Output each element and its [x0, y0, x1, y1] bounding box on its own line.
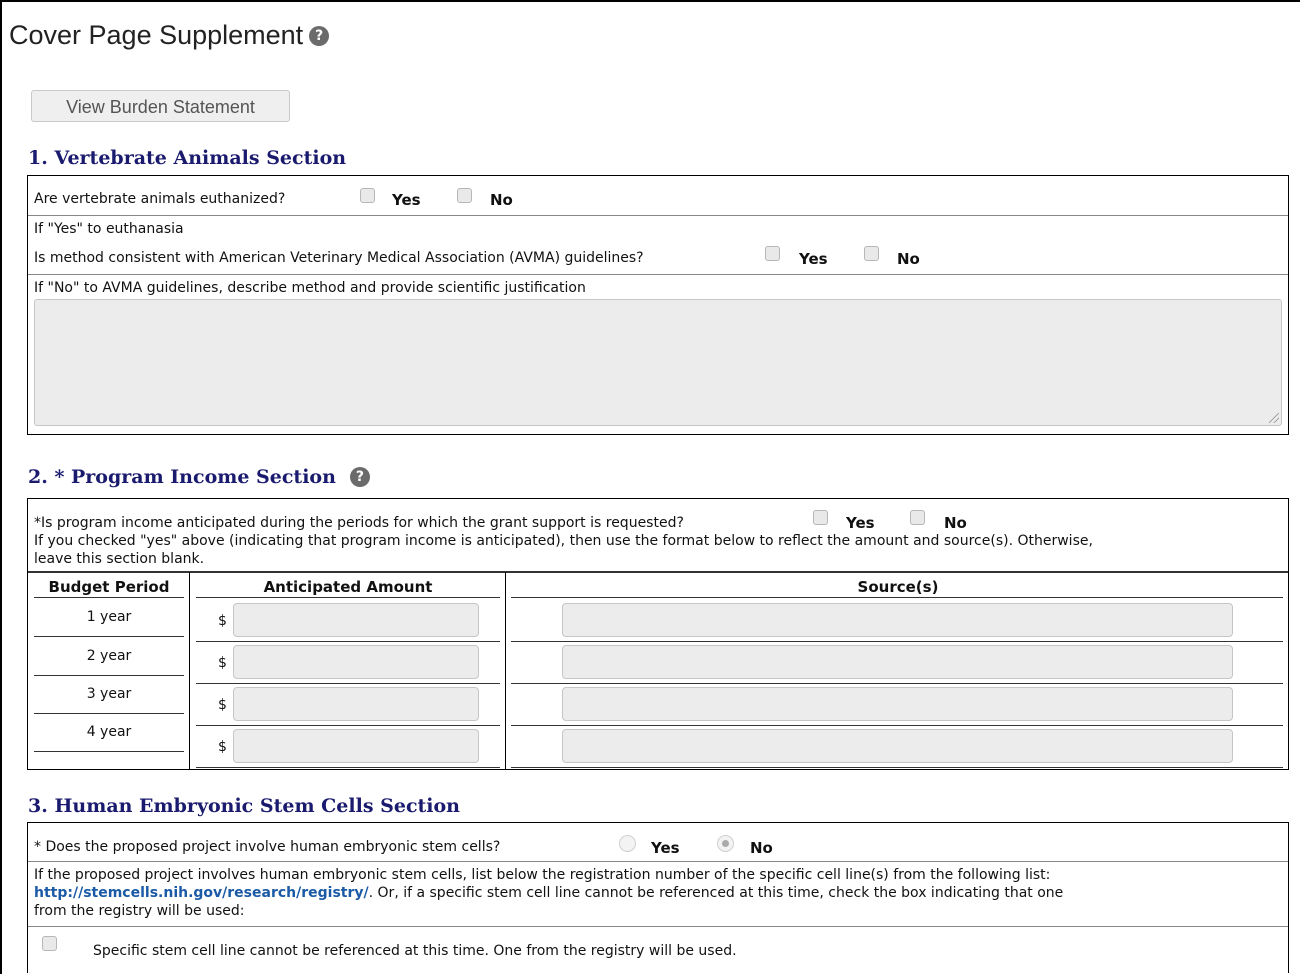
row-divider [196, 683, 500, 684]
table-top-border [28, 571, 1288, 573]
column-header-sources: Source(s) [857, 578, 939, 596]
divider [28, 861, 1288, 862]
anticipated-amount-input[interactable] [233, 687, 479, 721]
row-divider [34, 713, 184, 714]
program-income-yes-label: Yes [846, 514, 875, 532]
row-divider [511, 725, 1283, 726]
if-yes-euthanasia-label: If "Yes" to euthanasia [34, 221, 184, 237]
vertebrate-animals-box: Are vertebrate animals euthanized? Yes N… [27, 175, 1289, 435]
currency-symbol: $ [218, 697, 227, 713]
divider [28, 926, 1288, 927]
avma-yes-label: Yes [799, 250, 828, 268]
column-header-anticipated-amount: Anticipated Amount [263, 578, 433, 596]
row-divider [34, 636, 184, 637]
registry-checkbox-label: Specific stem cell line cannot be refere… [93, 943, 737, 959]
divider [28, 274, 1288, 275]
avma-yes-checkbox[interactable] [765, 246, 780, 261]
stem-cells-no-radio[interactable] [717, 835, 734, 852]
program-income-yes-checkbox[interactable] [813, 510, 828, 525]
budget-period-cell: 4 year [86, 724, 132, 740]
euthanized-question: Are vertebrate animals euthanized? [34, 191, 286, 207]
column-divider [189, 572, 190, 770]
avma-no-label: No [897, 250, 920, 268]
header-underline [196, 597, 500, 598]
source-input[interactable] [562, 687, 1233, 721]
stem-cells-box: * Does the proposed project involve huma… [27, 822, 1289, 973]
column-divider [505, 572, 506, 770]
avma-no-checkbox[interactable] [864, 246, 879, 261]
currency-symbol: $ [218, 739, 227, 755]
source-input[interactable] [562, 729, 1233, 763]
column-header-budget-period: Budget Period [48, 578, 170, 596]
view-burden-statement-button[interactable]: View Burden Statement [31, 90, 290, 122]
stem-cells-instruction-2: http://stemcells.nih.gov/research/regist… [34, 885, 1063, 901]
avma-no-justification-label: If "No" to AVMA guidelines, describe met… [34, 280, 586, 296]
currency-symbol: $ [218, 613, 227, 629]
row-divider [34, 751, 184, 752]
program-income-question: *Is program income anticipated during th… [34, 515, 684, 531]
program-income-box: *Is program income anticipated during th… [27, 498, 1289, 770]
program-income-no-label: No [944, 514, 967, 532]
stem-cells-instruction-3: from the registry will be used: [34, 903, 245, 919]
stem-cells-no-label: No [750, 839, 773, 857]
euthanized-no-checkbox[interactable] [457, 188, 472, 203]
section-title-vertebrate-animals: 1. Vertebrate Animals Section [28, 147, 346, 169]
budget-period-cell: 1 year [86, 609, 132, 625]
budget-period-cell: 3 year [86, 686, 132, 702]
header-underline [511, 597, 1283, 598]
anticipated-amount-input[interactable] [233, 645, 479, 679]
justification-textarea[interactable] [34, 299, 1282, 426]
row-divider [511, 641, 1283, 642]
anticipated-amount-input[interactable] [233, 603, 479, 637]
stem-cells-yes-radio[interactable] [619, 835, 636, 852]
avma-question: Is method consistent with American Veter… [34, 250, 644, 266]
row-divider [34, 675, 184, 676]
row-divider [511, 683, 1283, 684]
registry-checkbox[interactable] [42, 936, 57, 951]
divider [28, 215, 1288, 216]
source-input[interactable] [562, 603, 1233, 637]
euthanized-yes-checkbox[interactable] [360, 188, 375, 203]
header-underline [34, 597, 184, 598]
stem-cells-instruction-1: If the proposed project involves human e… [34, 867, 1051, 883]
resize-grip-icon[interactable] [1269, 413, 1279, 423]
euthanized-no-label: No [490, 191, 513, 209]
section-title-stem-cells: 3. Human Embryonic Stem Cells Section [28, 795, 460, 817]
section3-title-text: 3. Human Embryonic Stem Cells Section [28, 795, 460, 817]
anticipated-amount-input[interactable] [233, 729, 479, 763]
stem-cell-registry-link[interactable]: http://stemcells.nih.gov/research/regist… [34, 885, 369, 901]
row-divider [196, 725, 500, 726]
program-income-instruction-1: If you checked "yes" above (indicating t… [34, 533, 1093, 549]
program-income-instruction-2: leave this section blank. [34, 551, 205, 567]
section1-title-text: 1. Vertebrate Animals Section [28, 147, 347, 169]
source-input[interactable] [562, 645, 1233, 679]
row-divider [196, 767, 500, 768]
euthanized-yes-label: Yes [392, 191, 421, 209]
stem-cells-yes-label: Yes [651, 839, 680, 857]
page-title-text: Cover Page Supplement [9, 20, 304, 50]
stem-cells-question: * Does the proposed project involve huma… [34, 839, 501, 855]
page-title: Cover Page Supplement ? [9, 20, 330, 51]
section-title-program-income: 2. * Program Income Section ? [28, 466, 370, 488]
stem-cells-instruction-2-rest: . Or, if a specific stem cell line canno… [368, 885, 1064, 901]
row-divider [196, 641, 500, 642]
section2-title-text: 2. * Program Income Section [28, 466, 336, 488]
program-income-no-checkbox[interactable] [910, 510, 925, 525]
currency-symbol: $ [218, 655, 227, 671]
row-divider [511, 767, 1283, 768]
help-icon[interactable]: ? [309, 25, 330, 46]
help-icon[interactable]: ? [349, 467, 370, 487]
budget-period-cell: 2 year [86, 648, 132, 664]
